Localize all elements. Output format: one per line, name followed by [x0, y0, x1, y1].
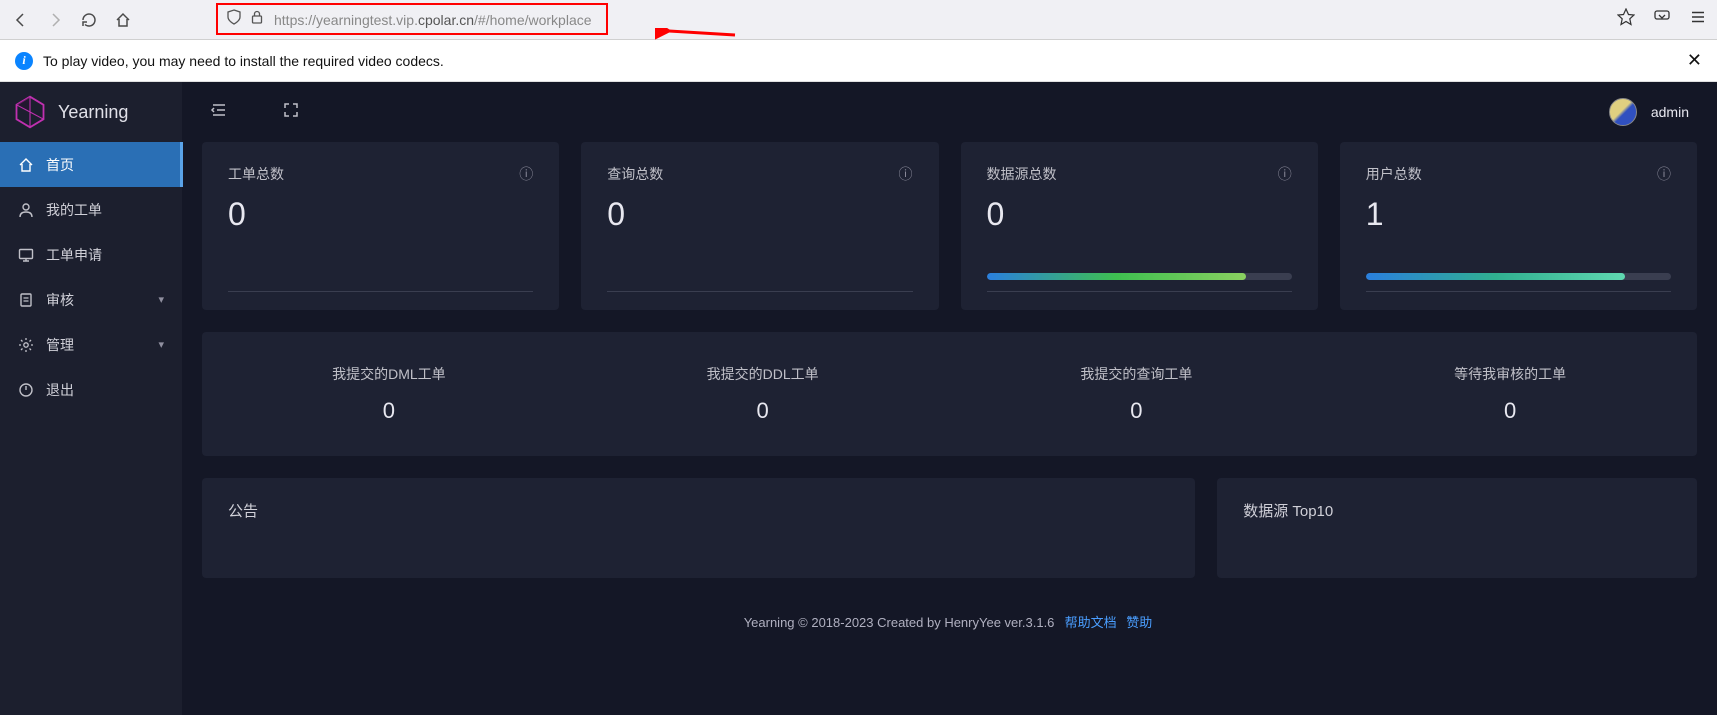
main-area: admin 工单总数 ⓘ 0 查询总数 ⓘ [182, 82, 1717, 715]
stat-card-tickets: 工单总数 ⓘ 0 [202, 142, 559, 310]
app-root: Yearning 首页 我的工单 工单申请 审核 ▾ 管理 [0, 82, 1717, 715]
summary-value: 0 [1323, 398, 1697, 424]
stat-title: 数据源总数 [987, 164, 1057, 184]
nav-menu: 首页 我的工单 工单申请 审核 ▾ 管理 ▾ 退出 [0, 142, 182, 715]
home-button[interactable] [112, 9, 134, 31]
divider [1366, 291, 1671, 292]
summary-value: 0 [576, 398, 950, 424]
menu-icon[interactable] [1689, 8, 1707, 31]
pocket-icon[interactable] [1653, 8, 1671, 31]
browser-toolbar: https://yearningtest.vip.cpolar.cn/#/hom… [0, 0, 1717, 40]
panel-title: 公告 [228, 500, 1169, 521]
brand[interactable]: Yearning [0, 82, 182, 142]
url-bar[interactable]: https://yearningtest.vip.cpolar.cn/#/hom… [226, 5, 1585, 35]
url-text: https://yearningtest.vip.cpolar.cn/#/hom… [274, 12, 592, 28]
close-icon[interactable]: ✕ [1687, 50, 1702, 71]
username-label[interactable]: admin [1651, 104, 1689, 120]
stat-cards-row: 工单总数 ⓘ 0 查询总数 ⓘ 0 数据源总数 [202, 142, 1697, 310]
back-button[interactable] [10, 9, 32, 31]
brand-name: Yearning [58, 102, 128, 123]
stat-card-users: 用户总数 ⓘ 1 [1340, 142, 1697, 310]
logout-icon [18, 382, 34, 398]
summary-label: 等待我审核的工单 [1323, 364, 1697, 384]
summary-cell-dml: 我提交的DML工单 0 [202, 364, 576, 424]
sidebar-item-home[interactable]: 首页 [0, 142, 182, 187]
info-icon: i [15, 52, 33, 70]
info-circle-icon[interactable]: ⓘ [899, 164, 913, 184]
notice-panel: 公告 [202, 478, 1195, 578]
divider [987, 291, 1292, 292]
footer-text: Yearning © 2018-2023 Created by HenryYee… [744, 615, 1055, 630]
forward-button[interactable] [44, 9, 66, 31]
sidebar-item-label: 审核 [46, 290, 74, 310]
info-circle-icon[interactable]: ⓘ [1657, 164, 1671, 184]
stat-value: 0 [607, 196, 912, 233]
stat-title: 用户总数 [1366, 164, 1422, 184]
stat-title: 工单总数 [228, 164, 284, 184]
sidebar-item-label: 首页 [46, 155, 74, 175]
summary-value: 0 [950, 398, 1324, 424]
footer: Yearning © 2018-2023 Created by HenryYee… [202, 600, 1697, 649]
help-link[interactable]: 帮助文档 [1065, 615, 1117, 630]
clipboard-icon [18, 292, 34, 308]
stat-card-queries: 查询总数 ⓘ 0 [581, 142, 938, 310]
shield-icon [226, 9, 242, 30]
sidebar-item-label: 工单申请 [46, 245, 102, 265]
sidebar-item-apply[interactable]: 工单申请 [0, 232, 182, 277]
summary-label: 我提交的DML工单 [202, 364, 576, 384]
summary-value: 0 [202, 398, 576, 424]
bookmark-icon[interactable] [1617, 8, 1635, 31]
collapse-sidebar-icon[interactable] [210, 101, 228, 124]
chevron-down-icon: ▾ [158, 338, 164, 351]
notification-bar: i To play video, you may need to install… [0, 40, 1717, 82]
bottom-panels-row: 公告 数据源 Top10 [202, 478, 1697, 578]
divider [607, 291, 912, 292]
info-circle-icon[interactable]: ⓘ [519, 164, 533, 184]
sidebar-item-label: 管理 [46, 335, 74, 355]
sidebar-item-label: 我的工单 [46, 200, 102, 220]
brand-logo-icon [12, 94, 48, 130]
sidebar: Yearning 首页 我的工单 工单申请 审核 ▾ 管理 [0, 82, 182, 715]
summary-cell-pending: 等待我审核的工单 0 [1323, 364, 1697, 424]
sidebar-item-manage[interactable]: 管理 ▾ [0, 322, 182, 367]
stat-title: 查询总数 [607, 164, 663, 184]
dashboard-content: 工单总数 ⓘ 0 查询总数 ⓘ 0 数据源总数 [182, 142, 1717, 715]
reload-button[interactable] [78, 9, 100, 31]
panel-title: 数据源 Top10 [1243, 500, 1671, 521]
sidebar-item-label: 退出 [46, 380, 74, 400]
chevron-down-icon: ▾ [158, 293, 164, 306]
sidebar-item-tickets[interactable]: 我的工单 [0, 187, 182, 232]
sidebar-item-logout[interactable]: 退出 [0, 367, 182, 412]
sponsor-link[interactable]: 赞助 [1126, 615, 1152, 630]
summary-label: 我提交的DDL工单 [576, 364, 950, 384]
stat-value: 1 [1366, 196, 1671, 233]
summary-cell-ddl: 我提交的DDL工单 0 [576, 364, 950, 424]
user-icon [18, 202, 34, 218]
progress-bar [987, 273, 1292, 280]
summary-cell-query: 我提交的查询工单 0 [950, 364, 1324, 424]
progress-fill [1366, 273, 1625, 280]
submission-summary-card: 我提交的DML工单 0 我提交的DDL工单 0 我提交的查询工单 0 等待我审核… [202, 332, 1697, 456]
summary-label: 我提交的查询工单 [950, 364, 1324, 384]
monitor-icon [18, 247, 34, 263]
notification-text: To play video, you may need to install t… [43, 53, 444, 69]
stat-card-datasources: 数据源总数 ⓘ 0 [961, 142, 1318, 310]
gear-icon [18, 337, 34, 353]
info-circle-icon[interactable]: ⓘ [1278, 164, 1292, 184]
stat-value: 0 [228, 196, 533, 233]
progress-fill [987, 273, 1246, 280]
top10-panel: 数据源 Top10 [1217, 478, 1697, 578]
theme-toggle-icon[interactable] [1609, 98, 1637, 126]
home-icon [18, 157, 34, 173]
divider [228, 291, 533, 292]
progress-bar [1366, 273, 1671, 280]
stat-value: 0 [987, 196, 1292, 233]
topbar: admin [182, 82, 1717, 142]
lock-icon [250, 10, 264, 29]
sidebar-item-audit[interactable]: 审核 ▾ [0, 277, 182, 322]
fullscreen-icon[interactable] [283, 102, 299, 123]
